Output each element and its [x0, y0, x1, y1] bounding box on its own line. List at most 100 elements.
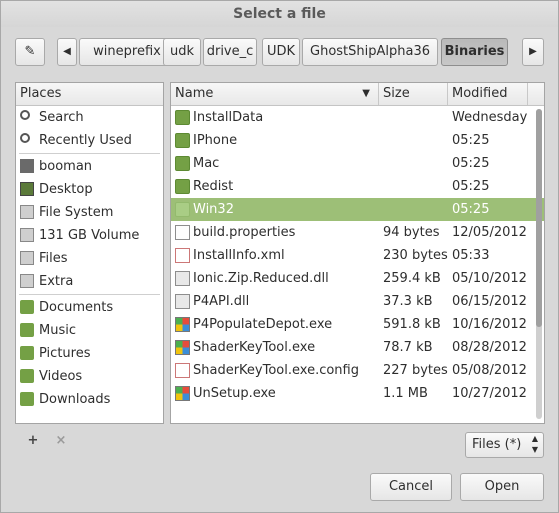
music-folder-icon [20, 323, 34, 337]
place-item[interactable]: Extra [16, 270, 163, 293]
path-segment-udk[interactable]: udk [163, 38, 201, 66]
library-file-icon [175, 271, 190, 286]
file-chooser-dialog: Select a file ✎ ◀ wineprefix udk drive_c… [0, 0, 559, 513]
folder-icon [175, 179, 190, 194]
place-item[interactable]: Recently Used [16, 129, 163, 152]
document-icon [175, 225, 190, 240]
file-row[interactable]: Ionic.Zip.Reduced.dll 259.4 kB 05/10/2012 [171, 267, 544, 290]
place-label: Desktop [39, 182, 93, 197]
file-name: IPhone [193, 133, 238, 148]
file-size: 230 bytes [383, 248, 448, 263]
path-segment-wineprefix[interactable]: wineprefix [79, 38, 175, 66]
place-item[interactable]: Desktop [16, 178, 163, 201]
file-size: 78.7 kB [383, 340, 433, 355]
file-row[interactable]: P4API.dll 37.3 kB 06/15/2012 [171, 290, 544, 313]
place-item[interactable]: 131 GB Volume [16, 224, 163, 247]
file-list-scrollbar[interactable] [536, 109, 542, 419]
desktop-icon [20, 182, 34, 196]
column-name-label: Name [175, 86, 214, 101]
cancel-button[interactable]: Cancel [370, 473, 452, 501]
file-row[interactable]: Mac 05:25 [171, 152, 544, 175]
path-segment-drive-c[interactable]: drive_c [203, 38, 257, 66]
place-label: Documents [39, 300, 114, 315]
file-modified: 10/16/2012 [452, 317, 527, 332]
file-name: P4API.dll [193, 294, 250, 309]
remove-bookmark-button[interactable]: × [53, 433, 69, 449]
path-segment-ghostshipalpha36[interactable]: GhostShipAlpha36 [302, 38, 438, 66]
place-label: Files [39, 251, 68, 266]
downloads-folder-icon [20, 392, 34, 406]
file-type-filter[interactable]: Files (*) ▲ ▼ [465, 432, 544, 458]
file-row[interactable]: build.properties 94 bytes 12/05/2012 [171, 221, 544, 244]
add-bookmark-button[interactable]: + [25, 433, 41, 449]
folder-icon [20, 300, 34, 314]
file-size: 227 bytes [383, 363, 448, 378]
right-arrow-icon: ▶ [529, 46, 537, 57]
file-name: ShaderKeyTool.exe [193, 340, 316, 355]
file-modified: 08/28/2012 [452, 340, 527, 355]
file-name: Ionic.Zip.Reduced.dll [193, 271, 329, 286]
column-header-name[interactable]: Name ▼ [171, 83, 379, 105]
folder-icon [175, 133, 190, 148]
place-item[interactable]: Videos [16, 365, 163, 388]
file-type-filter-value: Files (*) [472, 437, 522, 452]
file-row[interactable]: IPhone 05:25 [171, 129, 544, 152]
file-row[interactable]: InstallData Wednesday [171, 106, 544, 129]
path-forward-button[interactable]: ▶ [522, 38, 544, 66]
place-item[interactable]: Music [16, 319, 163, 342]
file-modified: 05:33 [452, 248, 490, 263]
file-name: UnSetup.exe [193, 386, 276, 401]
place-item[interactable]: booman [16, 155, 163, 178]
path-segment-binaries[interactable]: Binaries [441, 38, 508, 66]
file-modified: 05:25 [452, 179, 490, 194]
places-header[interactable]: Places [16, 83, 163, 106]
file-row[interactable]: ShaderKeyTool.exe.config 227 bytes 05/08/2… [171, 359, 544, 382]
file-name: InstallData [193, 110, 264, 125]
path-segment-UDK[interactable]: UDK [262, 38, 300, 66]
xml-file-icon [175, 248, 190, 263]
left-arrow-icon: ◀ [63, 46, 71, 57]
file-name: Redist [193, 179, 234, 194]
file-modified: 05:25 [452, 202, 490, 217]
file-name: build.properties [193, 225, 296, 240]
file-list: Name ▼ Size Modified InstallData Wednesda… [170, 82, 545, 424]
scrollbar-thumb[interactable] [536, 109, 542, 327]
videos-folder-icon [20, 369, 34, 383]
place-item[interactable]: Pictures [16, 342, 163, 365]
place-item[interactable]: Files [16, 247, 163, 270]
file-row[interactable]: UnSetup.exe 1.1 MB 10/27/2012 [171, 382, 544, 405]
file-row[interactable]: ShaderKeyTool.exe 78.7 kB 08/28/2012 [171, 336, 544, 359]
open-button[interactable]: Open [460, 473, 544, 501]
file-modified: Wednesday [452, 110, 528, 125]
home-icon [20, 159, 34, 173]
place-label: File System [39, 205, 114, 220]
file-row[interactable]: Win32 05:25 [171, 198, 544, 221]
place-item[interactable]: Documents [16, 296, 163, 319]
place-item[interactable]: Downloads [16, 388, 163, 411]
folder-icon [175, 156, 190, 171]
drive-icon [20, 251, 34, 265]
place-label: Videos [39, 369, 83, 384]
file-name: Mac [193, 156, 220, 171]
sort-down-icon: ▼ [362, 88, 370, 99]
place-label: booman [39, 159, 93, 174]
clock-icon [20, 133, 30, 143]
file-size: 94 bytes [383, 225, 440, 240]
file-row[interactable]: InstallInfo.xml 230 bytes 05:33 [171, 244, 544, 267]
file-row[interactable]: Redist 05:25 [171, 175, 544, 198]
column-header-size[interactable]: Size [379, 83, 448, 105]
file-modified: 05/10/2012 [452, 271, 527, 286]
path-back-button[interactable]: ◀ [57, 38, 77, 66]
place-item[interactable]: File System [16, 201, 163, 224]
file-modified: 05:25 [452, 156, 490, 171]
column-header-modified[interactable]: Modified [448, 83, 528, 105]
folder-icon [175, 202, 190, 217]
file-name: P4PopulateDepot.exe [193, 317, 333, 332]
edit-location-button[interactable]: ✎ [15, 38, 45, 66]
file-row[interactable]: P4PopulateDepot.exe 591.8 kB 10/16/2012 [171, 313, 544, 336]
pictures-folder-icon [20, 346, 34, 360]
file-size: 259.4 kB [383, 271, 441, 286]
xml-file-icon [175, 363, 190, 378]
file-modified: 06/15/2012 [452, 294, 527, 309]
place-item[interactable]: Search [16, 106, 163, 129]
